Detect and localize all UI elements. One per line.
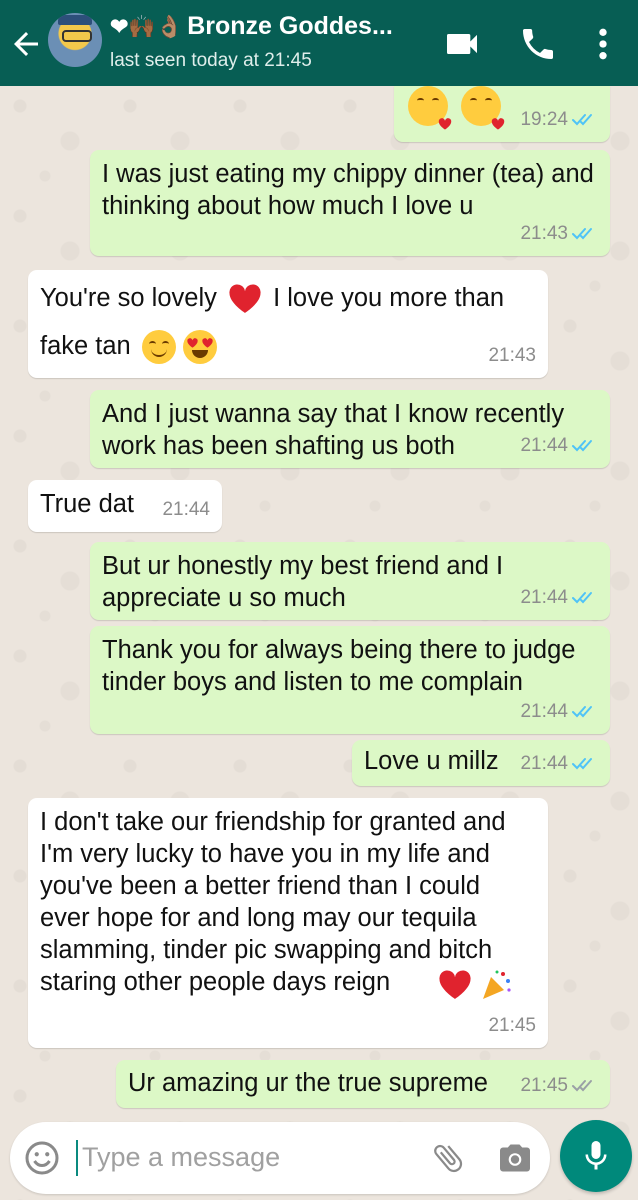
video-call-icon[interactable]	[442, 24, 482, 64]
message-bubble-incoming[interactable]: You're so lovely I love you more than fa…	[28, 270, 548, 378]
message-text: Thank you for always being there to judg…	[102, 636, 576, 696]
message-bubble-outgoing[interactable]: 19:24	[394, 86, 610, 142]
contact-name[interactable]: ❤🙌🏾👌🏽 Bronze Goddes...	[110, 12, 420, 41]
message-time: 21:43	[520, 223, 568, 244]
message-meta: 21:45	[520, 1070, 598, 1102]
emoji-picker-icon[interactable]	[24, 1140, 60, 1176]
back-arrow-icon[interactable]	[8, 26, 44, 62]
message-time: 21:44	[520, 753, 568, 774]
message-bubble-outgoing[interactable]: Love u millz 21:44	[352, 740, 610, 786]
message-time: 21:45	[488, 1015, 536, 1036]
contact-name-emojis: ❤🙌🏾👌🏽	[110, 14, 184, 39]
read-receipt-icon	[572, 757, 598, 771]
message-composer: Type a message	[10, 1122, 550, 1194]
message-meta: 21:44	[162, 494, 210, 526]
message-time: 21:45	[520, 1075, 568, 1096]
message-time: 21:44	[520, 587, 568, 608]
voice-record-button[interactable]	[560, 1120, 632, 1192]
message-time: 21:44	[520, 701, 568, 722]
message-text: You're so lovely	[40, 284, 217, 312]
read-receipt-icon	[572, 227, 598, 241]
message-meta: 21:44	[520, 748, 598, 780]
message-meta: 19:24	[520, 104, 598, 136]
message-text: fake tan	[40, 332, 131, 360]
read-receipt-icon	[572, 113, 598, 127]
heart-eyes-face-icon	[182, 330, 217, 365]
message-time: 19:24	[520, 109, 568, 130]
message-bubble-outgoing[interactable]: Ur amazing ur the true supreme 21:45	[116, 1060, 610, 1108]
last-seen-status: last seen today at 21:45	[110, 50, 312, 71]
message-meta: 21:44	[520, 696, 598, 728]
message-meta: 21:44	[520, 430, 598, 462]
smiling-face-icon	[141, 330, 176, 365]
message-bubble-outgoing[interactable]: I was just eating my chippy dinner (tea)…	[90, 150, 610, 256]
red-heart-icon	[228, 284, 262, 314]
delivered-receipt-icon	[572, 1079, 598, 1093]
microphone-icon	[585, 1141, 607, 1170]
chat-header: ❤🙌🏾👌🏽 Bronze Goddes... last seen today at…	[0, 0, 638, 86]
party-popper-icon	[483, 970, 511, 1000]
message-meta: 21:43	[488, 340, 536, 372]
contact-avatar[interactable]	[48, 13, 102, 67]
message-meta: 21:44	[520, 582, 598, 614]
kissing-heart-face-icon	[461, 86, 501, 126]
message-meta: 21:45	[488, 1010, 536, 1042]
message-time: 21:44	[520, 435, 568, 456]
read-receipt-icon	[572, 439, 598, 453]
contact-name-text: Bronze Goddes...	[187, 12, 393, 40]
kissing-heart-face-icon	[408, 86, 448, 126]
message-meta: 21:43	[520, 218, 598, 250]
read-receipt-icon	[572, 591, 598, 605]
message-bubble-incoming[interactable]: True dat 21:44	[28, 480, 222, 532]
message-text: I was just eating my chippy dinner (tea)…	[102, 160, 594, 220]
message-time: 21:44	[162, 499, 210, 520]
message-bubble-outgoing[interactable]: But ur honestly my best friend and I app…	[90, 542, 610, 620]
voice-call-icon[interactable]	[518, 24, 558, 64]
red-heart-icon	[438, 970, 472, 1000]
attach-icon[interactable]	[430, 1140, 466, 1176]
text-cursor	[76, 1140, 78, 1176]
camera-icon[interactable]	[496, 1140, 534, 1176]
message-time: 21:43	[488, 345, 536, 366]
message-input[interactable]: Type a message	[82, 1142, 280, 1173]
message-bubble-outgoing[interactable]: Thank you for always being there to judg…	[90, 626, 610, 734]
read-receipt-icon	[572, 705, 598, 719]
message-text: I love you more than	[273, 284, 505, 312]
more-options-icon[interactable]	[588, 24, 618, 64]
message-bubble-incoming[interactable]: I don't take our friendship for granted …	[28, 798, 548, 1048]
message-bubble-outgoing[interactable]: And I just wanna say that I know recentl…	[90, 390, 610, 468]
